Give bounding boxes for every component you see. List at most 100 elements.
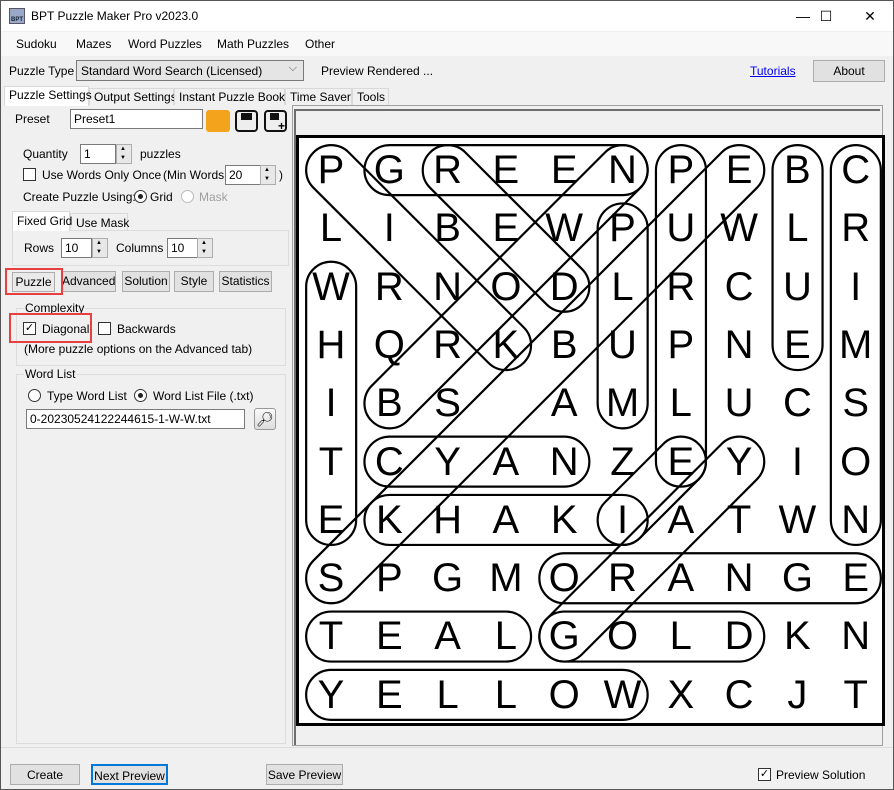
grid-cell: Z <box>610 439 635 484</box>
close-button[interactable]: ✕ <box>847 1 893 31</box>
menu-word-puzzles[interactable]: Word Puzzles <box>128 37 202 51</box>
browse-magnifier-icon[interactable]: 🔎︎ <box>254 408 276 430</box>
create-using-label: Create Puzzle Using: <box>23 190 136 204</box>
grid-cell: G <box>432 556 464 601</box>
preview-solution-checkbox[interactable]: ✓ <box>758 768 771 781</box>
create-button[interactable]: Create <box>10 764 80 785</box>
highlight-puzzle-button <box>5 268 63 295</box>
grid-radio[interactable] <box>134 190 147 203</box>
grid-cell: O <box>606 614 639 659</box>
type-word-list-radio[interactable] <box>28 389 41 402</box>
window-title: BPT Puzzle Maker Pro v2023.0 <box>31 9 199 23</box>
grid-cell: B <box>375 381 403 426</box>
tab-puzzle-settings[interactable]: Puzzle Settings <box>4 86 92 106</box>
grid-cell: N <box>841 497 871 542</box>
grid-cell: T <box>318 439 344 484</box>
about-button[interactable]: About <box>813 60 885 82</box>
quantity-input[interactable]: 1 <box>80 144 116 164</box>
grid-cell: R <box>841 206 871 251</box>
tutorials-link[interactable]: Tutorials <box>750 64 796 78</box>
grid-cell: E <box>375 614 403 659</box>
preset-input[interactable]: Preset1 <box>70 109 203 129</box>
tab-output-settings[interactable]: Output Settings <box>89 88 177 105</box>
quantity-stepper[interactable] <box>116 144 132 164</box>
preview-status: Preview Rendered ... <box>321 64 434 78</box>
word-list-file-radio[interactable] <box>134 389 147 402</box>
grid-cell: E <box>317 497 345 542</box>
grid-cell: E <box>784 322 811 367</box>
statistics-button[interactable]: Statistics <box>219 271 272 292</box>
chevron-down-icon: ⌵ <box>288 62 297 74</box>
save-preset-icon[interactable] <box>235 110 258 132</box>
maximize-button[interactable]: ☐ <box>803 1 849 31</box>
grid-cell: W <box>778 497 817 542</box>
min-words-stepper[interactable] <box>260 165 276 185</box>
menu-sudoku[interactable]: Sudoku <box>16 37 57 51</box>
columns-input[interactable]: 10 <box>167 238 198 258</box>
backwards-checkbox[interactable] <box>98 322 111 335</box>
grid-cell: U <box>724 381 754 426</box>
puzzle-type-label: Puzzle Type <box>9 64 75 78</box>
grid-cell: O <box>548 672 580 717</box>
grid-cell: W <box>720 206 758 251</box>
solution-button[interactable]: Solution <box>122 271 170 292</box>
grid-cell: E <box>550 148 578 192</box>
grid-cell: W <box>312 264 350 309</box>
use-words-once-checkbox[interactable] <box>23 168 36 181</box>
menu-mazes[interactable]: Mazes <box>76 37 111 51</box>
subtab-fixed-grid[interactable]: Fixed Grid <box>12 211 72 231</box>
grid-cell <box>477 374 535 432</box>
grid-cell: U <box>782 264 812 309</box>
puzzle-type-select[interactable]: Standard Word Search (Licensed) ⌵ <box>76 60 304 81</box>
grid-cell: P <box>317 148 345 192</box>
grid-cell: C <box>374 439 404 484</box>
menu-math-puzzles[interactable]: Math Puzzles <box>217 37 289 51</box>
style-button[interactable]: Style <box>174 271 214 292</box>
menu-bar: Sudoku Mazes Word Puzzles Math Puzzles O… <box>1 32 893 56</box>
grid-cell: C <box>724 264 754 309</box>
grid-cell: S <box>842 381 870 426</box>
tab-tools[interactable]: Tools <box>352 88 389 105</box>
puzzle-type-value: Standard Word Search (Licensed) <box>81 64 263 78</box>
grid-cell: M <box>489 556 523 601</box>
grid-cell: R <box>433 322 463 367</box>
more-options-note: (More puzzle options on the Advanced tab… <box>24 342 253 356</box>
tab-instant-puzzle-books[interactable]: Instant Puzzle Books <box>174 88 291 105</box>
preview-solution-label: Preview Solution <box>776 768 866 782</box>
menu-other[interactable]: Other <box>305 37 335 51</box>
grid-cell: C <box>724 672 754 717</box>
grid-cell: L <box>786 206 809 251</box>
advanced-button[interactable]: Advanced <box>61 271 116 292</box>
bottom-separator <box>1 747 893 748</box>
rows-stepper[interactable] <box>92 238 108 258</box>
save-as-preset-icon[interactable]: + <box>264 110 287 133</box>
save-preview-button[interactable]: Save Preview <box>266 764 343 785</box>
grid-cell: N <box>841 614 871 659</box>
grid-cell: S <box>434 381 461 426</box>
grid-cell: A <box>667 556 695 601</box>
grid-cell: G <box>373 148 405 192</box>
columns-stepper[interactable] <box>197 238 213 258</box>
mask-radio[interactable] <box>181 190 194 203</box>
grid-cell: D <box>549 264 579 309</box>
grid-cell: R <box>608 556 637 601</box>
grid-cell: U <box>666 206 696 251</box>
open-folder-icon[interactable] <box>206 110 230 132</box>
grid-cell: L <box>494 614 518 659</box>
next-preview-button[interactable]: Next Preview <box>91 764 168 785</box>
grid-cell: O <box>840 439 872 484</box>
grid-cell: P <box>667 322 695 367</box>
grid-cell: T <box>318 614 344 659</box>
grid-cell: A <box>434 614 461 659</box>
grid-cell: I <box>850 264 862 309</box>
word-list-file-input[interactable]: 0-20230524122244615-1-W-W.txt <box>26 409 245 429</box>
min-words-input[interactable]: 20 <box>225 165 261 185</box>
grid-cell: L <box>494 672 518 717</box>
tab-time-saver[interactable]: Time Saver <box>285 88 352 105</box>
grid-cell: E <box>492 206 520 251</box>
rows-input[interactable]: 10 <box>61 238 92 258</box>
grid-cell: N <box>433 264 463 309</box>
grid-cell: P <box>667 148 695 192</box>
subtab-use-mask[interactable]: Use Mask <box>70 213 129 231</box>
grid-cell: A <box>492 497 520 542</box>
